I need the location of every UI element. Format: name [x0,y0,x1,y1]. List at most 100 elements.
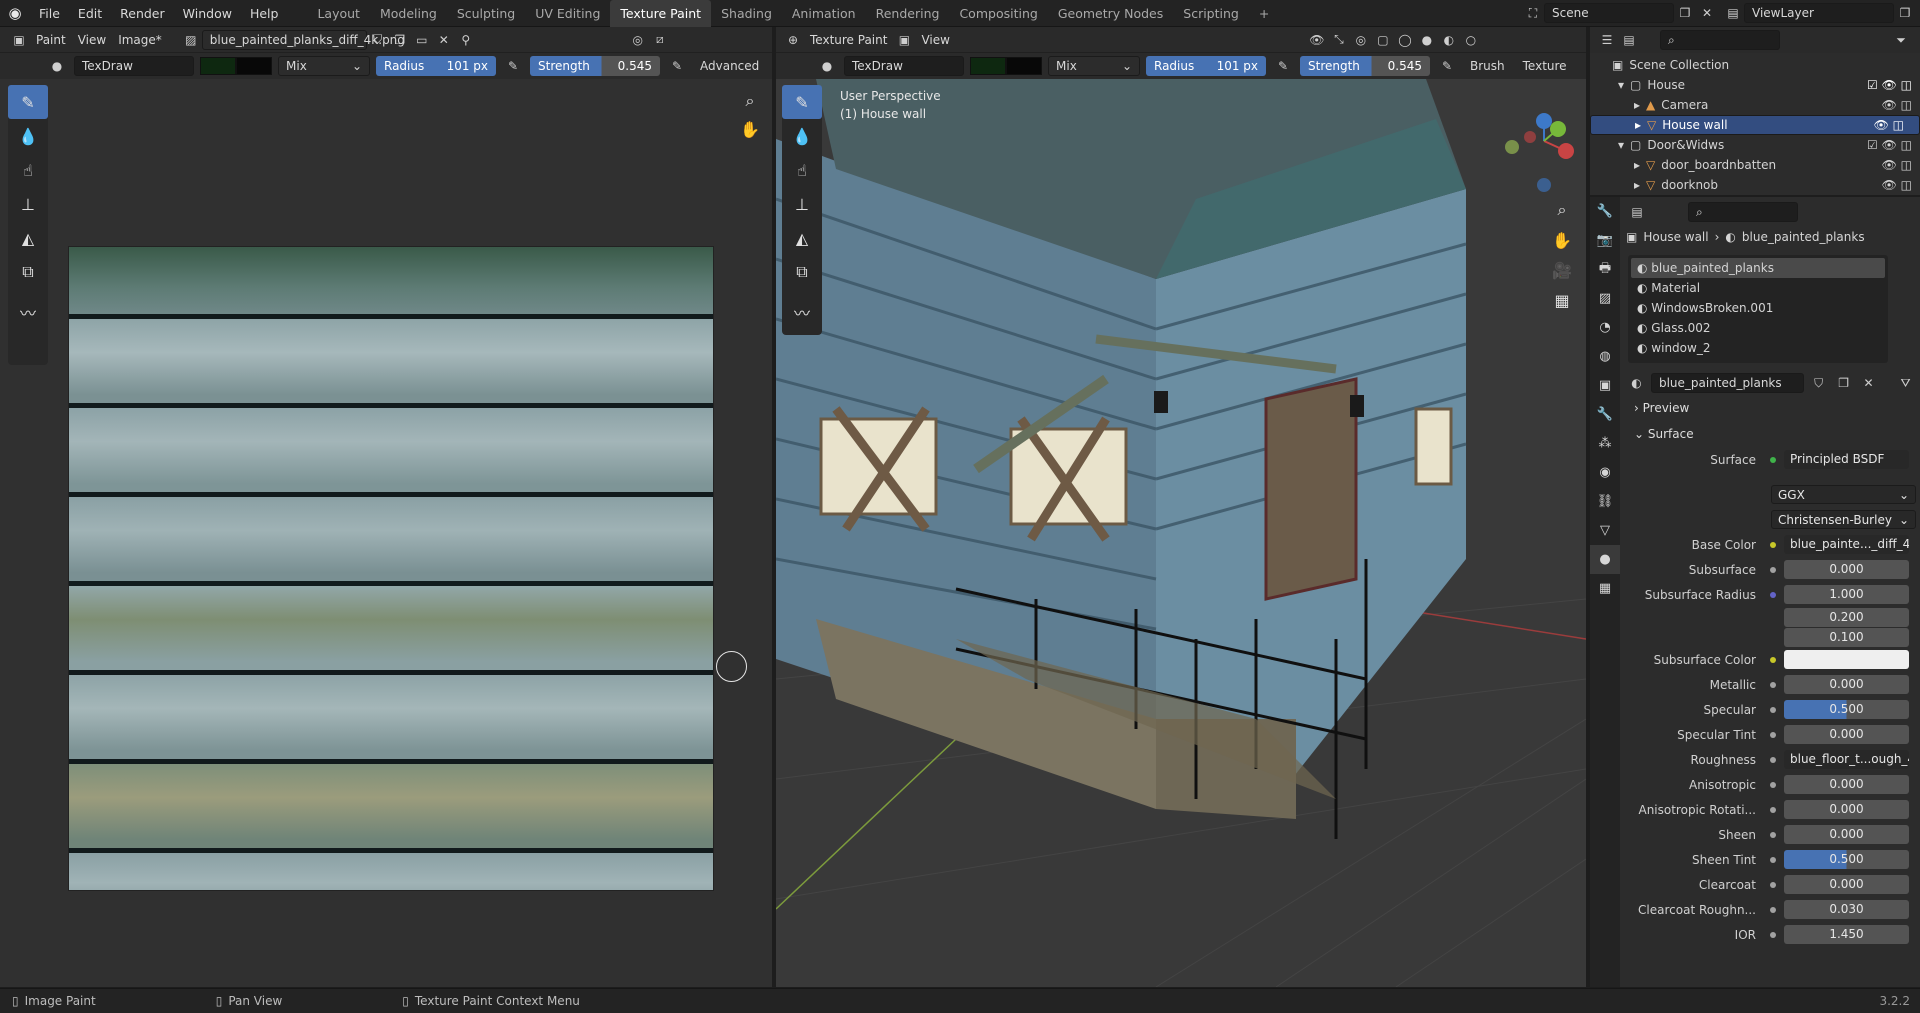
tab-uv-editing[interactable]: UV Editing [525,0,610,27]
menu-edit[interactable]: Edit [69,0,111,27]
unlink-image-icon[interactable]: ✕ [433,30,455,50]
texture-tab-icon[interactable]: ▦ [1590,574,1620,603]
material-name-field[interactable]: blue_painted_planks [1650,373,1805,393]
overlays-icon[interactable]: ◎ [1350,30,1372,50]
gizmo-icon[interactable]: ⤡ [1328,30,1350,50]
gizmo-x-axis-icon[interactable] [1558,143,1574,159]
surface-shader-field[interactable]: Principled BSDF [1784,450,1909,469]
scene-copy-icon[interactable]: ❐ [1674,3,1696,23]
viewport-brush-preview-icon[interactable]: ● [816,56,838,76]
node-link-icon[interactable]: ⛛ [1895,373,1916,393]
viewport-fill-tool-icon[interactable]: ◭ [782,221,822,255]
viewport-draw-tool-icon[interactable]: ✎ [782,85,822,119]
viewlayer-field[interactable]: ViewLayer [1744,3,1894,23]
visibility-checkbox-icon[interactable]: ☑ 👁 ◫ [1867,135,1912,155]
draw-tool-icon[interactable]: ✎ [8,85,48,119]
gizmo-toggle-icon[interactable]: ⧄ [649,30,671,50]
image-view-menu[interactable]: View [72,30,112,50]
tab-layout[interactable]: Layout [307,0,370,27]
tab-texture-paint[interactable]: Texture Paint [610,0,712,27]
tab-scripting[interactable]: Scripting [1173,0,1249,27]
viewport-smear-tool-icon[interactable]: ☝ [782,153,822,187]
tab-animation[interactable]: Animation [782,0,866,27]
scene-icon[interactable]: ⛶ [1522,3,1544,23]
outliner-item-doorknob[interactable]: ▸ ▽ doorknob 👁 ◫ [1590,175,1920,195]
viewport-mask-tool-icon[interactable]: ⧉ [782,255,822,289]
viewport-blend-mode-select[interactable]: Mix ⌄ [1048,56,1140,76]
material-shading-icon[interactable]: ◐ [1438,30,1460,50]
view-layer-tab-icon[interactable]: ▨ [1590,284,1620,313]
scene-collection-row[interactable]: ▣ Scene Collection [1590,55,1920,75]
gizmo-z-axis-icon[interactable] [1536,113,1552,129]
constraints-tab-icon[interactable]: ⛓ [1590,487,1620,516]
fake-user-icon[interactable]: ⛉ [367,30,389,50]
viewport-secondary-color-swatch[interactable] [1006,57,1042,75]
image-browse-icon[interactable]: ▨ [180,30,202,50]
tool-tab-icon[interactable]: 🔧 [1590,197,1620,226]
output-tab-icon[interactable]: 🖶 [1590,255,1620,284]
material-slot[interactable]: ◐ Material [1631,278,1885,298]
strength-slider[interactable]: Strength 0.545 [530,56,660,76]
xray-icon[interactable]: ▢ [1372,30,1394,50]
ortho-toggle-icon[interactable]: ▦ [1548,285,1576,315]
eye-icon[interactable]: 👁 ◫ [1874,115,1904,135]
viewlayer-icon[interactable]: ▤ [1722,3,1744,23]
subsurface-field[interactable]: 0.000 [1784,560,1909,579]
paint-mode-dropdown[interactable]: Paint [30,30,72,50]
scene-tab-icon[interactable]: ◔ [1590,313,1620,342]
expand-icon[interactable]: ▸ [1634,95,1640,115]
tab-rendering[interactable]: Rendering [866,0,950,27]
anisotropic-field[interactable]: 0.000 [1784,775,1909,794]
material-browse-icon[interactable]: ◐ [1626,373,1647,393]
texture-paint-mode-dropdown[interactable]: Texture Paint [804,30,893,50]
texture-image-canvas[interactable] [68,246,714,891]
texture-slot-icon[interactable]: ▣ [893,30,915,50]
material-slot[interactable]: ◐ window_2 [1631,338,1885,358]
3d-viewport[interactable]: ⊕ Texture Paint ▣ View 👁 ⤡ ◎ ▢ ◯ ● ◐ ○ ●… [776,27,1586,987]
base-color-texture-field[interactable]: blue_painte..._diff_4k.png [1784,535,1909,554]
viewport-zoom-icon[interactable]: ⌕ [1548,195,1576,225]
annotate-tool-icon[interactable]: 〰 [8,295,48,329]
viewport-strength-slider[interactable]: Strength 0.545 [1300,56,1430,76]
viewport-editor-type-icon[interactable]: ⊕ [782,30,804,50]
render-tab-icon[interactable]: 📷 [1590,226,1620,255]
menu-help[interactable]: Help [241,0,288,27]
clone-tool-icon[interactable]: ⊥ [8,187,48,221]
pin-icon[interactable]: ⚲ [455,30,477,50]
sheen-field[interactable]: 0.000 [1784,825,1909,844]
viewport-radius-slider[interactable]: Radius 101 px [1146,56,1266,76]
viewport-pan-icon[interactable]: ✋ [1548,225,1576,255]
clearcoat-field[interactable]: 0.000 [1784,875,1909,894]
metallic-field[interactable]: 0.000 [1784,675,1909,694]
viewport-primary-color-swatch[interactable] [970,57,1006,75]
subsurface-color-swatch[interactable] [1784,650,1909,669]
roughness-texture-field[interactable]: blue_floor_t...ough_4k.pn [1784,750,1909,769]
navigation-gizmo[interactable] [1500,85,1586,195]
scene-remove-icon[interactable]: ✕ [1696,3,1718,23]
sheen-tint-field[interactable]: 0.500 [1784,850,1909,869]
blend-mode-select[interactable]: Mix ⌄ [278,56,370,76]
expand-icon[interactable]: ▾ [1618,75,1624,95]
subsurface-radius-y-field[interactable]: 0.200 [1784,607,1909,627]
material-unlink-icon[interactable]: ✕ [1858,373,1879,393]
display-mode-icon[interactable]: ▤ [1618,30,1640,50]
brush-name-field[interactable]: TexDraw [74,56,194,76]
specular-tint-field[interactable]: 0.000 [1784,725,1909,744]
world-tab-icon[interactable]: ◍ [1590,342,1620,371]
object-tab-icon[interactable]: ▣ [1590,371,1620,400]
particles-tab-icon[interactable]: ⁂ [1590,429,1620,458]
strength-pressure-icon[interactable]: ✎ [666,56,688,76]
viewport-annotate-tool-icon[interactable]: 〰 [782,295,822,329]
visibility-checkbox-icon[interactable]: ☑ 👁 ◫ [1867,75,1912,95]
outliner-item-house[interactable]: ▾ ▢ House ☑ 👁 ◫ [1590,75,1920,95]
material-slot[interactable]: ◐ WindowsBroken.001 [1631,298,1885,318]
surface-panel-header[interactable]: ⌄ Surface [1626,421,1916,447]
outliner-editor-type-icon[interactable]: ☰ [1596,30,1618,50]
texture-dropdown[interactable]: Texture [1517,56,1573,76]
anisotropic-rotation-field[interactable]: 0.000 [1784,800,1909,819]
expand-icon[interactable]: ▸ [1634,175,1640,195]
image-menu[interactable]: Image* [112,30,168,50]
material-slot[interactable]: ◐ blue_painted_planks [1631,258,1885,278]
expand-icon[interactable]: ▾ [1618,135,1624,155]
properties-search-input[interactable]: ⌕ [1688,202,1798,222]
